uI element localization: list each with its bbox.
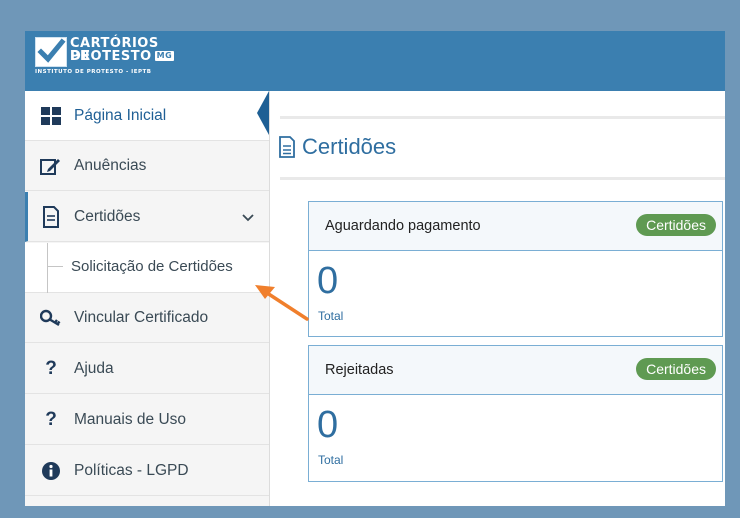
- sidebar-item-anuencias[interactable]: Anuências: [25, 141, 269, 191]
- card-label: Aguardando pagamento: [325, 218, 481, 234]
- card-count: 0: [317, 404, 339, 446]
- page-title-text: Certidões: [302, 134, 397, 159]
- brand-tagline: INSTITUTO DE PROTESTO - IEPTB: [35, 69, 152, 75]
- sidebar-item-certidoes[interactable]: Certidões: [25, 192, 269, 242]
- brand-name-line2: PROTESTO MG: [70, 49, 175, 64]
- edit-icon: [40, 156, 62, 176]
- app-window: CARTÓRIOS DE PROTESTO MG INSTITUTO DE PRO…: [25, 31, 725, 506]
- key-icon: [40, 309, 62, 327]
- card-caption: Total: [318, 453, 344, 467]
- status-card-rejected[interactable]: Rejeitadas Certidões 0 Total: [308, 345, 723, 482]
- chevron-down-icon: [241, 210, 255, 228]
- checkmark-icon: [35, 37, 67, 67]
- card-caption: Total: [318, 309, 344, 323]
- main-content: Certidões Aguardando pagamento Certidões…: [270, 91, 725, 506]
- brand-name-line2-text: PROTESTO: [70, 49, 152, 64]
- sidebar-item-home[interactable]: Página Inicial: [25, 91, 269, 141]
- divider: [280, 116, 725, 119]
- sidebar-item-label: Manuais de Uso: [74, 410, 187, 428]
- category-badge: Certidões: [636, 214, 716, 236]
- top-header: CARTÓRIOS DE PROTESTO MG INSTITUTO DE PRO…: [25, 31, 725, 91]
- document-icon: [40, 205, 62, 228]
- card-label: Rejeitadas: [325, 362, 394, 378]
- outer-frame: CARTÓRIOS DE PROTESTO MG INSTITUTO DE PRO…: [0, 0, 740, 518]
- sidebar-item-label: Certidões: [74, 207, 141, 225]
- tree-line: [47, 243, 48, 293]
- question-icon: ?: [45, 408, 57, 430]
- sidebar-item-label: Anuências: [74, 156, 147, 174]
- sidebar-item-lgpd[interactable]: Políticas - LGPD: [25, 446, 269, 496]
- active-pointer: [257, 91, 269, 135]
- sidebar-item-label: Página Inicial: [74, 106, 167, 124]
- card-count: 0: [317, 260, 339, 302]
- sidebar-item-manuais[interactable]: ? Manuais de Uso: [25, 395, 269, 445]
- sidebar-item-label: Vincular Certificado: [74, 308, 209, 326]
- status-card-pending[interactable]: Aguardando pagamento Certidões 0 Total: [308, 201, 723, 337]
- card-header: Aguardando pagamento Certidões: [309, 202, 722, 251]
- info-icon: [40, 461, 62, 481]
- document-icon: [279, 136, 295, 158]
- divider: [280, 177, 725, 180]
- card-header: Rejeitadas Certidões: [309, 346, 722, 395]
- sidebar-item-label: Ajuda: [74, 359, 114, 377]
- sidebar-subitem-label: Solicitação de Certidões: [71, 258, 233, 275]
- sidebar-item-ajuda[interactable]: ? Ajuda: [25, 344, 269, 394]
- sidebar: Página Inicial Anuências Certidões Solic…: [25, 91, 270, 506]
- category-badge: Certidões: [636, 358, 716, 380]
- sidebar-item-vincular[interactable]: Vincular Certificado: [25, 293, 269, 343]
- state-badge: MG: [154, 51, 175, 61]
- tree-branch: [47, 266, 63, 267]
- sidebar-item-label: Políticas - LGPD: [74, 461, 189, 479]
- brand-logo[interactable]: CARTÓRIOS DE PROTESTO MG INSTITUTO DE PRO…: [35, 37, 175, 87]
- page-title: Certidões: [278, 134, 396, 160]
- sidebar-subitem-solicitacao[interactable]: Solicitação de Certidões: [25, 243, 269, 293]
- grid-icon: [40, 106, 62, 125]
- question-icon: ?: [45, 357, 57, 379]
- annotation-arrow: [255, 285, 309, 321]
